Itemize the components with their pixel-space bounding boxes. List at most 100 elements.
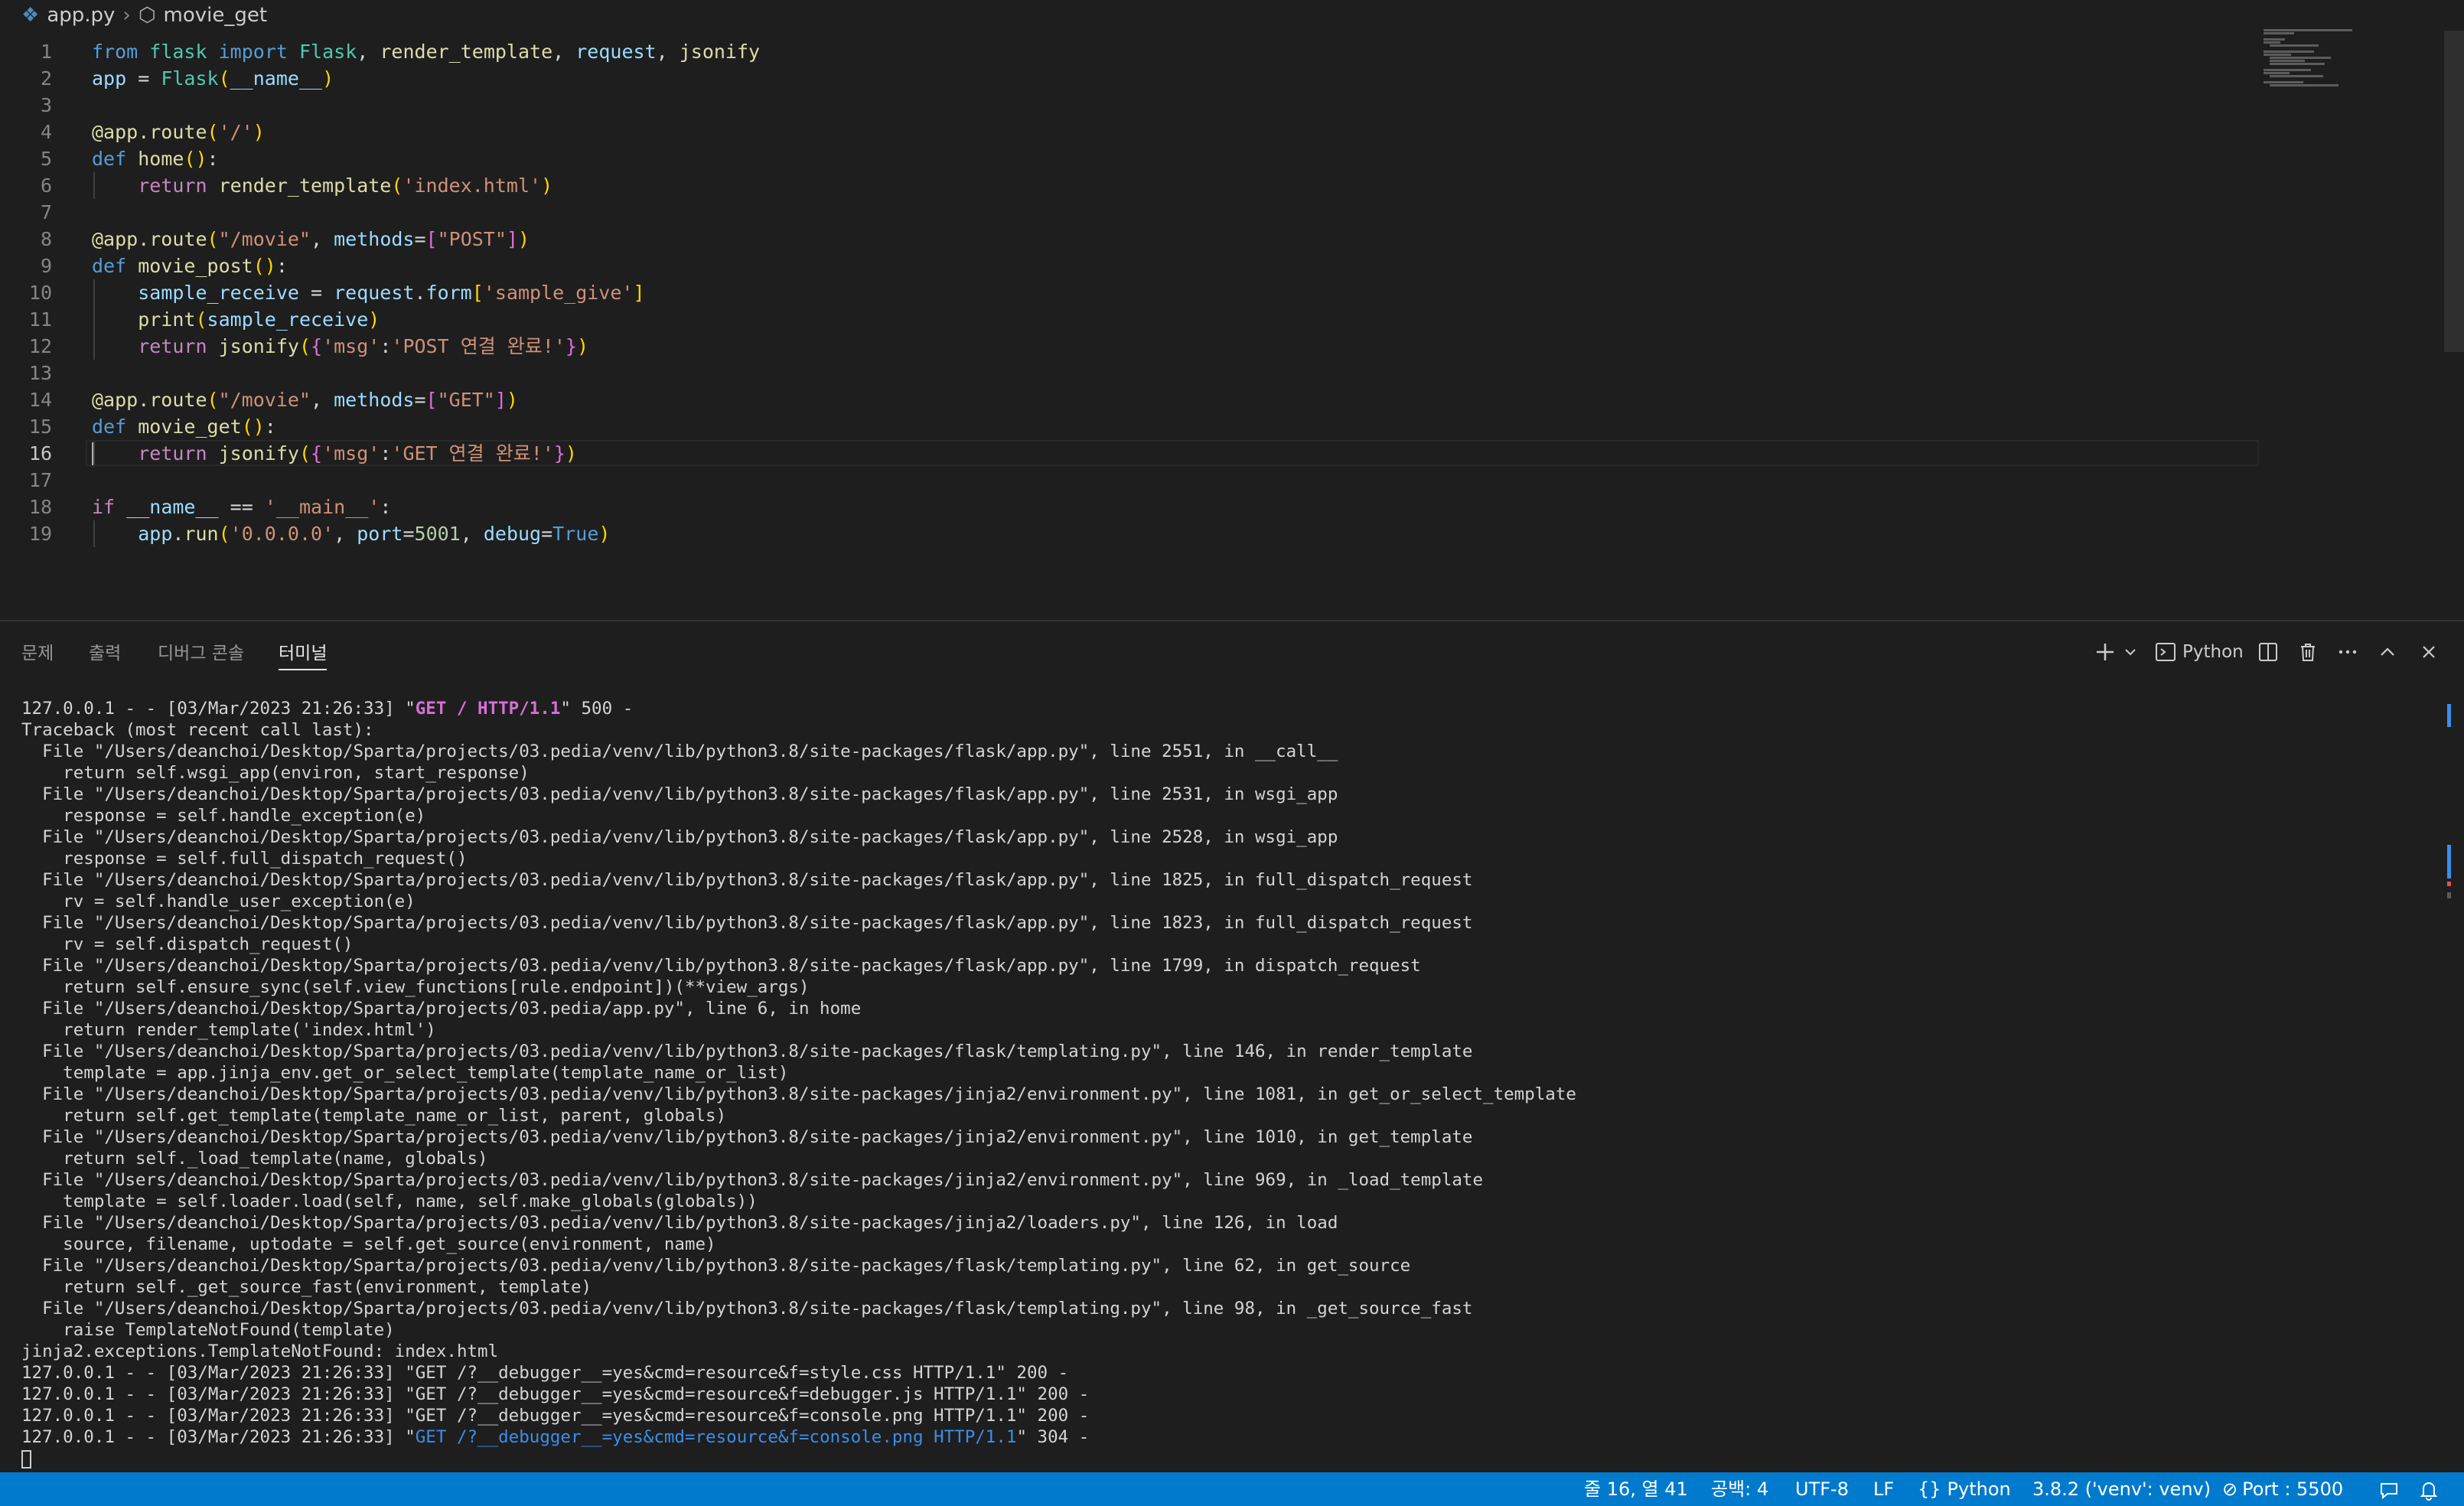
terminal-output[interactable]: 127.0.0.1 - - [03/Mar/2023 21:26:33] "GE… bbox=[21, 698, 2432, 1469]
chevron-down-icon[interactable] bbox=[2123, 637, 2138, 667]
terminal-line: response = self.handle_exception(e) bbox=[21, 805, 2432, 826]
minimap[interactable] bbox=[2264, 29, 2371, 98]
code-line[interactable]: 6 return render_template('index.html') bbox=[0, 172, 2257, 200]
live-server-port[interactable]: ⊘ Port : 5500 bbox=[2222, 1472, 2343, 1506]
code-text: if __name__ == '__main__': bbox=[92, 494, 391, 521]
close-icon[interactable] bbox=[2418, 637, 2440, 667]
code-line[interactable]: 5 def home(): bbox=[0, 145, 2257, 173]
split-icon[interactable] bbox=[2257, 637, 2279, 667]
code-token: : bbox=[380, 442, 392, 465]
cursor-position[interactable]: 줄 16, 열 41 bbox=[1584, 1472, 1688, 1506]
code-token: , bbox=[552, 41, 576, 63]
tab-debug-console[interactable]: 디버그 콘솔 bbox=[158, 638, 244, 669]
code-token: ) bbox=[598, 523, 611, 545]
code-token: == bbox=[218, 496, 265, 518]
terminal-scrollbar[interactable] bbox=[2446, 698, 2453, 927]
code-token: print bbox=[138, 308, 196, 331]
code-token: ) bbox=[506, 389, 518, 411]
python-interpreter[interactable]: 3.8.2 ('venv': venv) bbox=[2032, 1472, 2211, 1506]
language-mode[interactable]: {} Python bbox=[1918, 1472, 2011, 1506]
code-token: def bbox=[92, 416, 127, 438]
indentation[interactable]: 공백: 4 bbox=[1711, 1472, 1768, 1506]
code-line[interactable]: 13 bbox=[0, 360, 2257, 387]
code-line[interactable]: 16 return jsonify({'msg':'GET 연결 완료!'}) bbox=[0, 440, 2259, 468]
code-token: flask bbox=[149, 41, 207, 63]
code-line[interactable]: 3 bbox=[0, 92, 2257, 119]
code-token: () bbox=[253, 255, 276, 277]
code-token: 'sample_give' bbox=[483, 282, 634, 304]
code-token: return bbox=[138, 174, 207, 197]
terminal-line: 127.0.0.1 - - [03/Mar/2023 21:26:33] "GE… bbox=[21, 1426, 2432, 1448]
code-token: ( bbox=[298, 442, 311, 465]
editor-scrollbar-thumb[interactable] bbox=[2444, 31, 2464, 352]
code-line[interactable]: 15 def movie_get(): bbox=[0, 413, 2257, 441]
code-token: = bbox=[298, 282, 334, 304]
end-of-line[interactable]: LF bbox=[1873, 1472, 1894, 1506]
line-number: 19 bbox=[28, 523, 52, 545]
code-token: Flask bbox=[161, 67, 219, 90]
code-token: return bbox=[138, 335, 207, 357]
terminal-text: rv = self.dispatch_request() bbox=[21, 934, 354, 954]
code-line[interactable]: 8 @app.route("/movie", methods=["POST"]) bbox=[0, 226, 2257, 253]
tab-output[interactable]: 출력 bbox=[89, 638, 121, 669]
code-line[interactable]: 18 if __name__ == '__main__': bbox=[0, 494, 2257, 521]
code-line[interactable]: 10 sample_receive = request.form['sample… bbox=[0, 279, 2257, 307]
code-line[interactable]: 1 from flask import Flask, render_templat… bbox=[0, 38, 2257, 66]
code-token: , bbox=[357, 41, 380, 63]
code-token: ( bbox=[195, 308, 207, 331]
tab-problems[interactable]: 문제 bbox=[21, 638, 54, 669]
code-token: , bbox=[334, 523, 357, 545]
code-token: home bbox=[138, 148, 184, 170]
breadcrumb-file[interactable]: app.py bbox=[47, 4, 115, 27]
feedback-icon[interactable] bbox=[2378, 1472, 2400, 1506]
no-entry-icon: ⊘ bbox=[2222, 1478, 2238, 1500]
terminal-text: File "/Users/deanchoi/Desktop/Sparta/pro… bbox=[21, 1213, 1338, 1233]
code-text: from flask import Flask, render_template… bbox=[92, 38, 760, 66]
terminal-prompt[interactable] bbox=[21, 1448, 2432, 1469]
terminal-text: " 304 - bbox=[1016, 1427, 1090, 1447]
terminal-line: File "/Users/deanchoi/Desktop/Sparta/pro… bbox=[21, 1126, 2432, 1148]
code-token: jsonify bbox=[218, 335, 299, 357]
line-number: 9 bbox=[40, 255, 52, 277]
tab-terminal[interactable]: 터미널 bbox=[279, 638, 328, 670]
bell-icon[interactable] bbox=[2418, 1472, 2440, 1506]
terminal-text: File "/Users/deanchoi/Desktop/Sparta/pro… bbox=[21, 1084, 1576, 1104]
terminal-line: jinja2.exceptions.TemplateNotFound: inde… bbox=[21, 1341, 2432, 1362]
code-line[interactable]: 7 bbox=[0, 199, 2257, 227]
plus-icon[interactable] bbox=[2094, 637, 2117, 667]
code-token: [ bbox=[425, 228, 438, 250]
code-line[interactable]: 19 app.run('0.0.0.0', port=5001, debug=T… bbox=[0, 520, 2257, 548]
code-token: ) bbox=[565, 442, 577, 465]
terminal-line: template = app.jinja_env.get_or_select_t… bbox=[21, 1062, 2432, 1084]
code-line[interactable]: 12 return jsonify({'msg':'POST 연결 완료!'}) bbox=[0, 333, 2257, 360]
code-line[interactable]: 2 app = Flask(__name__) bbox=[0, 65, 2257, 93]
code-token: 'index.html' bbox=[403, 174, 542, 197]
code-line[interactable]: 14 @app.route("/movie", methods=["GET"]) bbox=[0, 386, 2257, 414]
code-token: request bbox=[334, 282, 415, 304]
encoding[interactable]: UTF-8 bbox=[1795, 1472, 1849, 1506]
terminal-line: File "/Users/deanchoi/Desktop/Sparta/pro… bbox=[21, 1212, 2432, 1234]
code-token: @app.route bbox=[92, 228, 207, 250]
terminal-text: 127.0.0.1 - - [03/Mar/2023 21:26:33] "GE… bbox=[21, 1406, 1090, 1426]
code-line[interactable]: 9 def movie_post(): bbox=[0, 253, 2257, 280]
code-token: Flask bbox=[298, 41, 357, 63]
terminal-line: File "/Users/deanchoi/Desktop/Sparta/pro… bbox=[21, 869, 2432, 891]
code-editor[interactable]: 1 from flask import Flask, render_templat… bbox=[0, 31, 2444, 620]
code-line[interactable]: 11 print(sample_receive) bbox=[0, 306, 2257, 334]
chevron-up-icon[interactable] bbox=[2377, 637, 2398, 667]
terminal-profile[interactable]: Python bbox=[2155, 637, 2244, 667]
code-token: 'msg' bbox=[322, 442, 380, 465]
code-line[interactable]: 17 bbox=[0, 467, 2257, 494]
trash-icon[interactable] bbox=[2297, 637, 2319, 667]
code-token: "POST" bbox=[437, 228, 507, 250]
line-number: 10 bbox=[28, 282, 52, 304]
more-icon[interactable] bbox=[2337, 637, 2358, 667]
code-text: return jsonify({'msg':'GET 연결 완료!'}) bbox=[92, 440, 577, 468]
breadcrumb-symbol[interactable]: movie_get bbox=[164, 4, 268, 27]
terminal-text: return self.wsgi_app(environ, start_resp… bbox=[21, 763, 530, 783]
code-line[interactable]: 4 @app.route('/') bbox=[0, 119, 2257, 146]
line-number: 11 bbox=[28, 308, 52, 331]
code-token: app bbox=[138, 523, 173, 545]
terminal-line: File "/Users/deanchoi/Desktop/Sparta/pro… bbox=[21, 1255, 2432, 1276]
